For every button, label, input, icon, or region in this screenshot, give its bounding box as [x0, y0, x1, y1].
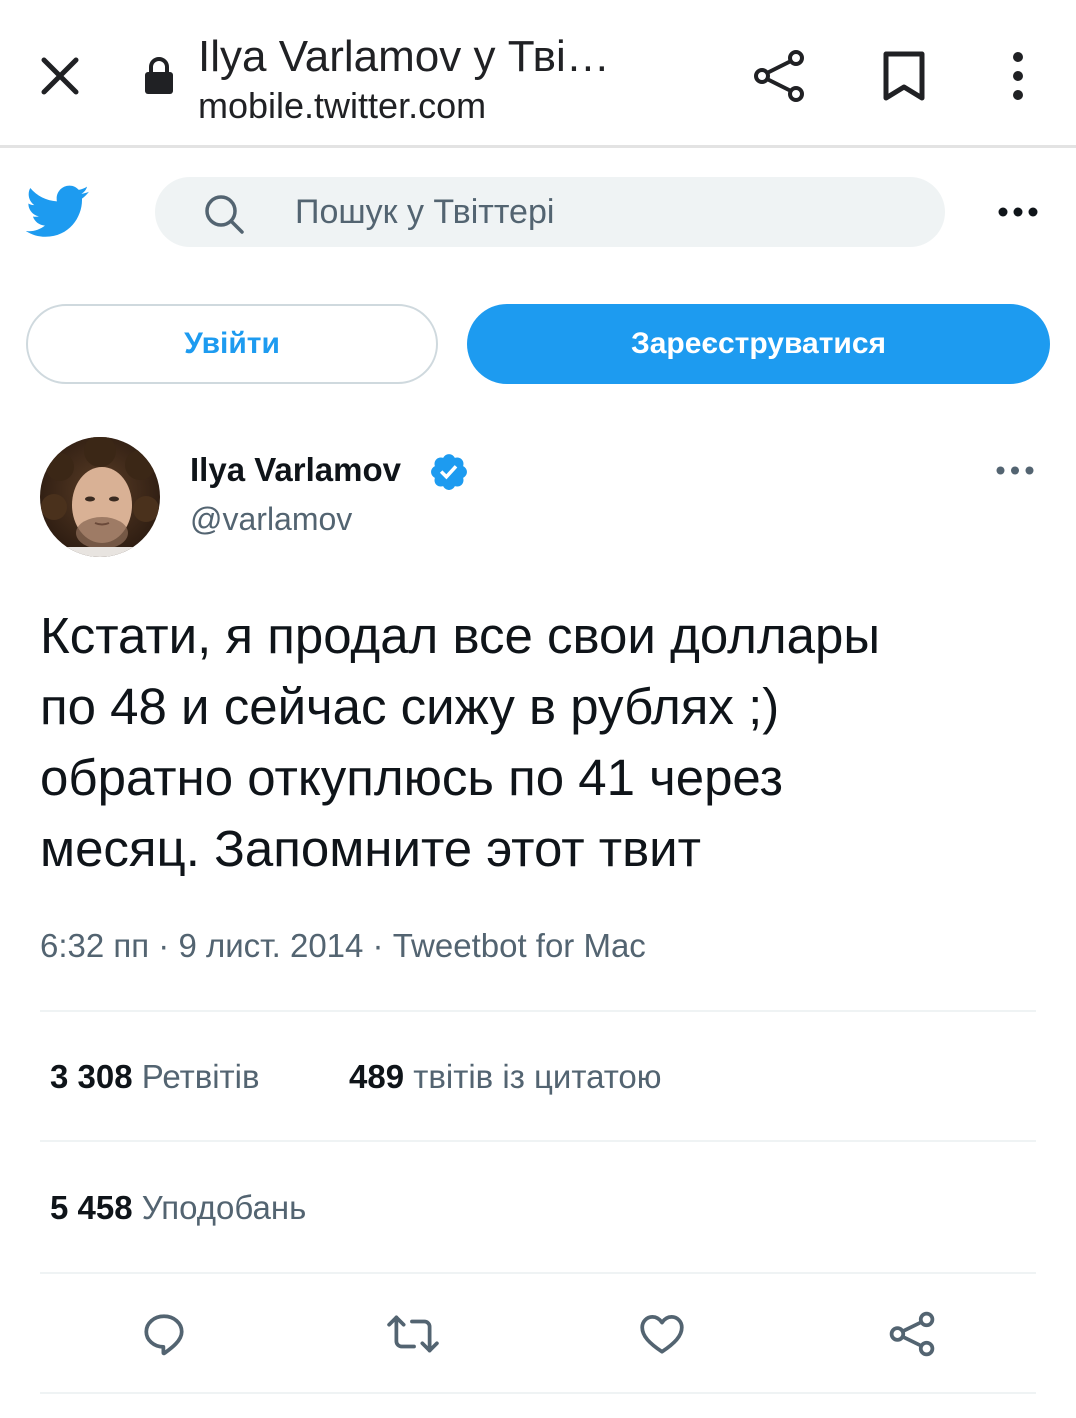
divider [40, 1272, 1036, 1274]
quotes-count: 489 [349, 1058, 405, 1095]
quotes-stat[interactable]: 489 твітів із цитатою [349, 1055, 662, 1099]
vertical-dots-icon [1013, 52, 1023, 100]
browser-toolbar: Ilya Varlamov у Тві… mobile.twitter.com [0, 0, 1076, 148]
retweets-label: Ретвітів [141, 1058, 260, 1095]
reply-button[interactable] [134, 1304, 194, 1364]
share-icon [889, 1311, 935, 1357]
like-button[interactable] [632, 1304, 692, 1364]
tweet-more-button[interactable] [990, 452, 1040, 488]
search-input[interactable]: Пошук у Твіттері [155, 177, 945, 247]
divider [40, 1010, 1036, 1012]
divider [40, 1392, 1036, 1394]
horizontal-dots-icon [998, 207, 1038, 217]
bookmark-icon [883, 51, 925, 101]
heart-icon [640, 1315, 684, 1354]
likes-label: Уподобань [141, 1189, 307, 1226]
search-icon [205, 195, 244, 234]
close-icon [41, 57, 79, 95]
search-placeholder: Пошук у Твіттері [295, 193, 555, 231]
login-button[interactable]: Увійти [26, 304, 438, 384]
avatar-image [40, 437, 160, 557]
divider [40, 1140, 1036, 1142]
retweet-icon [387, 1315, 439, 1353]
lock-icon [145, 57, 173, 94]
browser-menu-button[interactable] [990, 44, 1046, 108]
bookmark-button[interactable] [872, 44, 936, 108]
retweets-stat[interactable]: 3 308 Ретвітів [50, 1055, 260, 1099]
verified-badge-icon [431, 454, 467, 490]
horizontal-dots-icon [996, 466, 1034, 474]
share-icon [754, 50, 804, 102]
likes-stat[interactable]: 5 458 Уподобань [50, 1186, 306, 1230]
twitter-bird-icon[interactable] [26, 184, 90, 240]
reply-icon [144, 1314, 184, 1356]
likes-count: 5 458 [50, 1189, 133, 1226]
author-username[interactable]: @varlamov [190, 498, 352, 540]
avatar[interactable] [40, 437, 160, 557]
tweet-text: Кстати, я продал все свои доллары по 48 … [40, 607, 880, 877]
signup-button[interactable]: Зареєструватися [467, 304, 1050, 384]
page-title: Ilya Varlamov у Тві… [198, 32, 610, 81]
quotes-label: твітів із цитатою [413, 1058, 662, 1095]
tweet-share-button[interactable] [882, 1304, 942, 1364]
close-button[interactable] [34, 50, 86, 102]
page-url: mobile.twitter.com [198, 85, 487, 126]
retweets-count: 3 308 [50, 1058, 133, 1095]
top-more-button[interactable] [990, 190, 1046, 234]
browser-share-button[interactable] [748, 44, 812, 108]
retweet-button[interactable] [383, 1304, 443, 1364]
tweet-timestamp-source[interactable]: 6:32 пп · 9 лист. 2014 · Tweetbot for Ma… [40, 924, 646, 968]
author-display-name[interactable]: Ilya Varlamov [190, 449, 401, 491]
